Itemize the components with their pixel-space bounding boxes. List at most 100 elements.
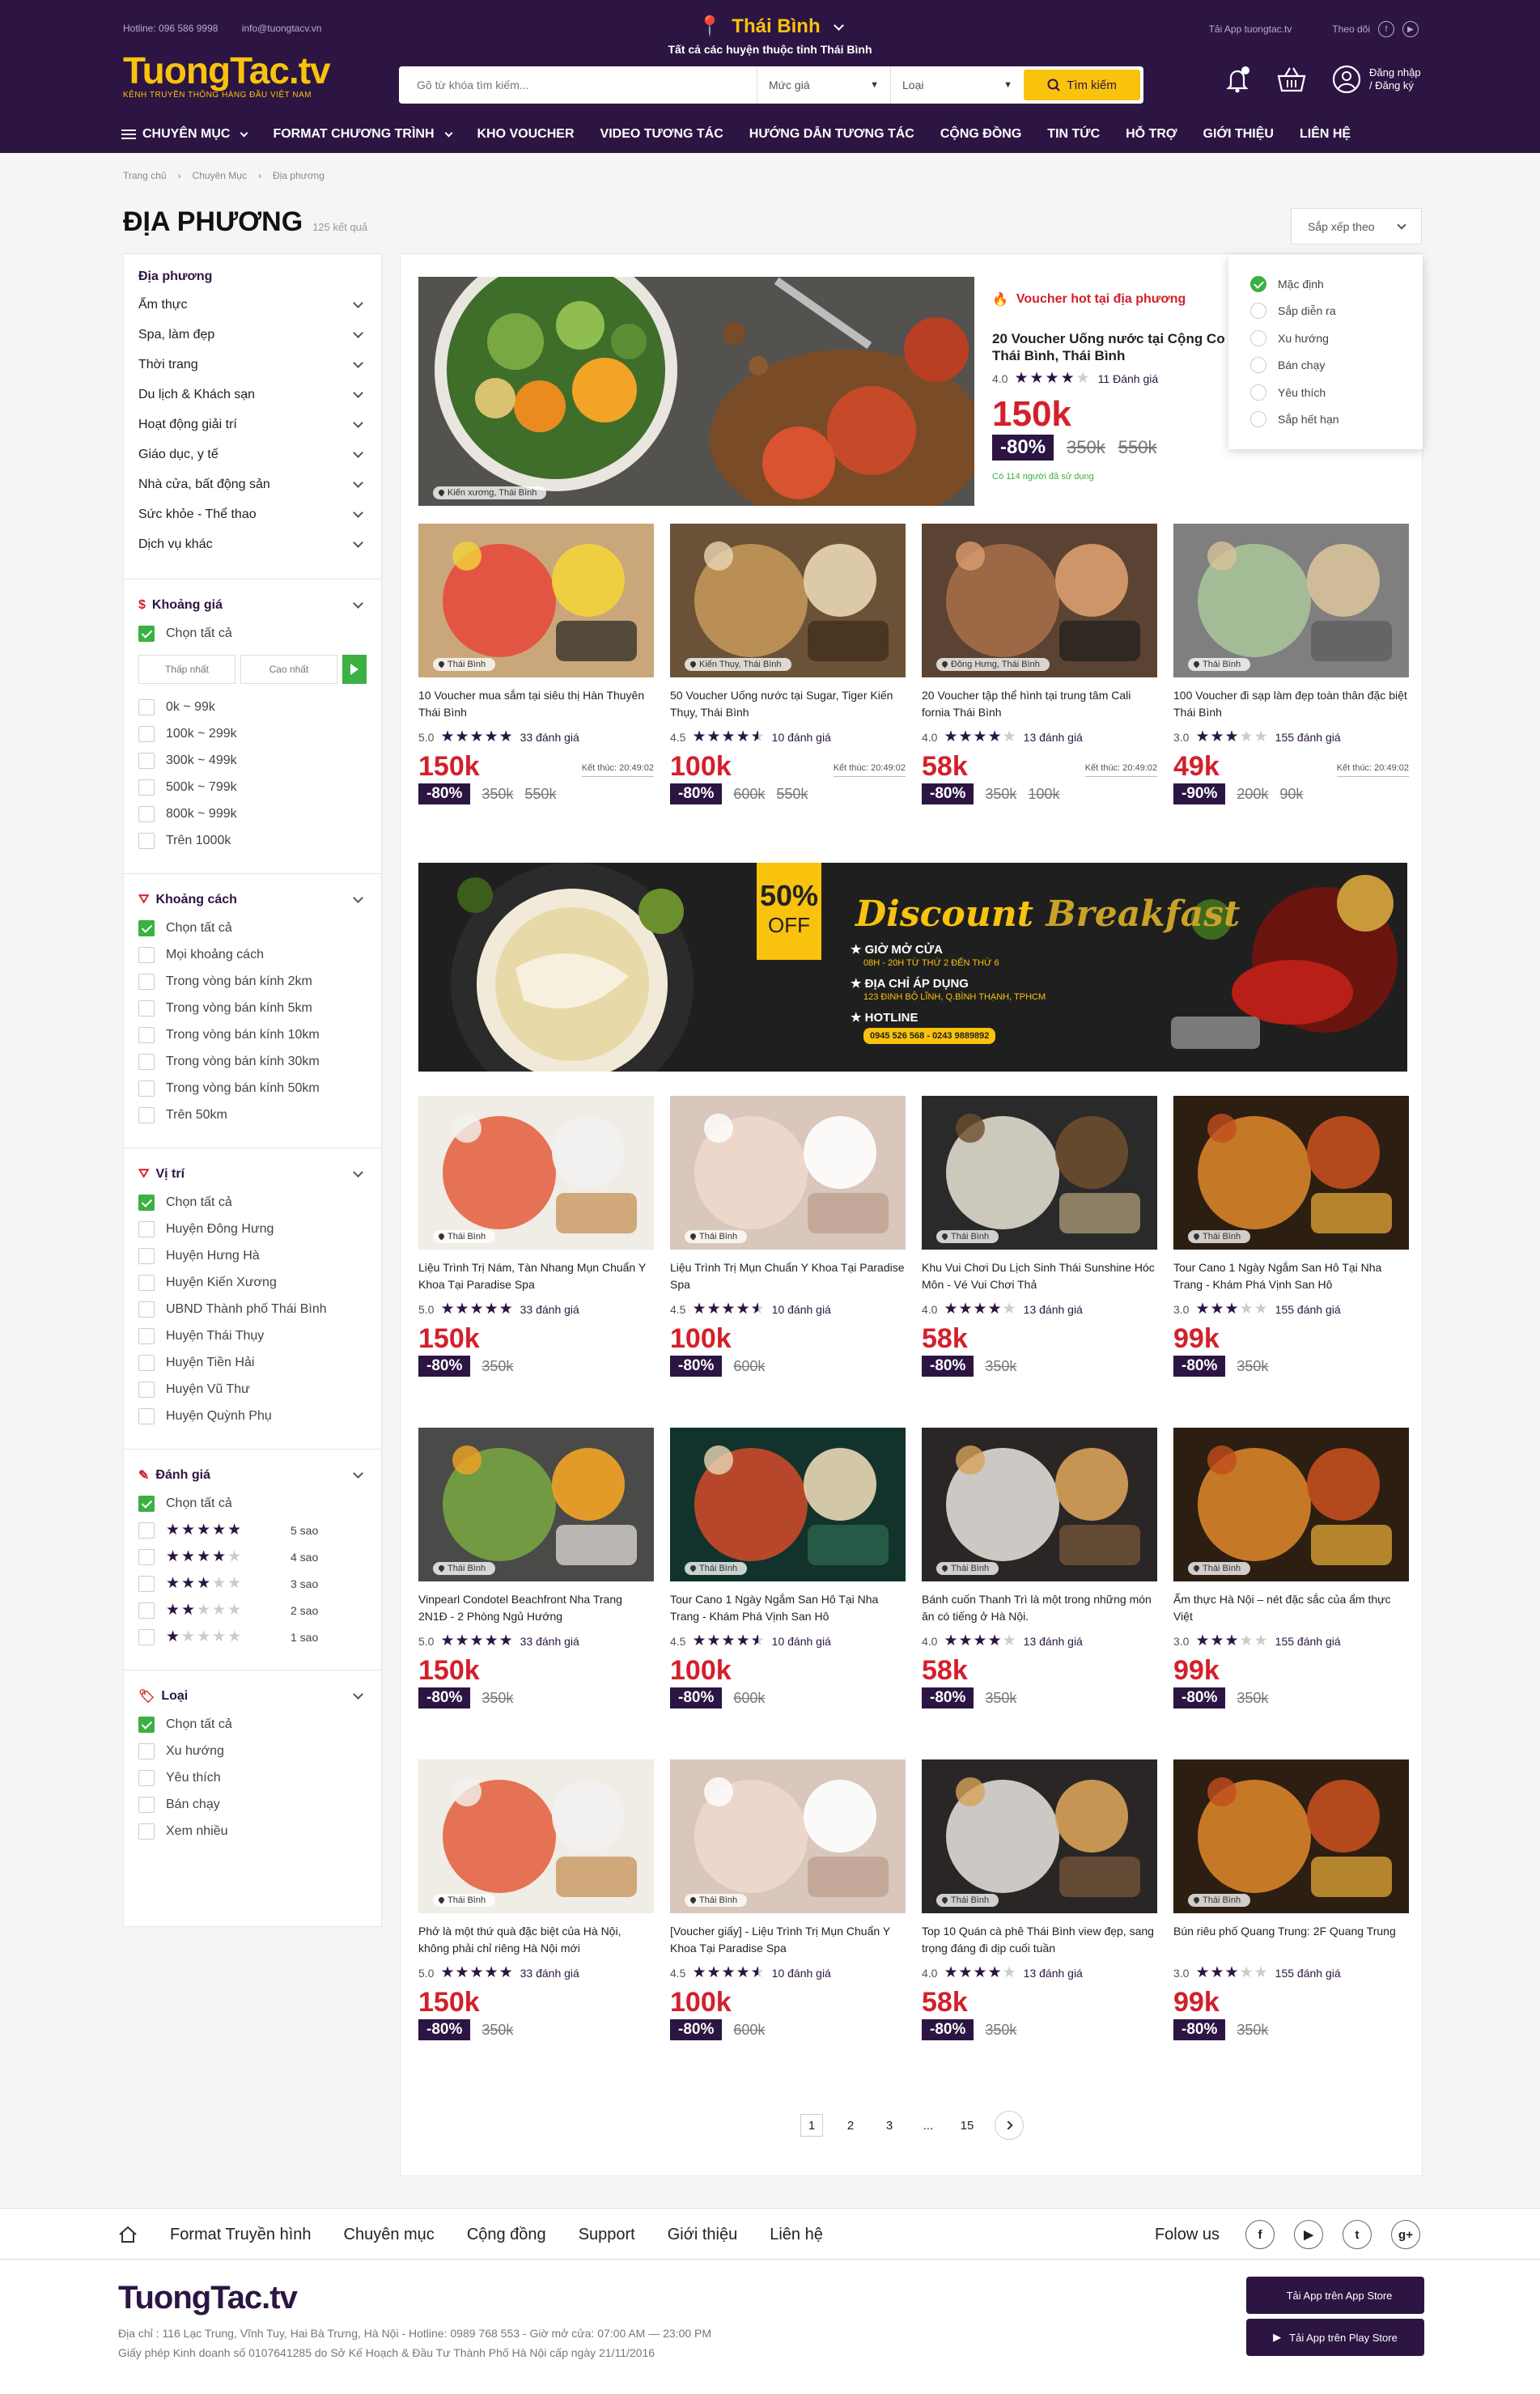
category-item[interactable]: Spa, làm đẹp — [138, 320, 367, 350]
filter-checkbox[interactable]: Trên 50km — [138, 1101, 367, 1128]
next-page-button[interactable] — [995, 2111, 1024, 2140]
voucher-title[interactable]: Vinpearl Condotel Beachfront Nha Trang 2… — [418, 1591, 654, 1625]
price-apply-button[interactable] — [342, 655, 367, 684]
notification-bell-icon[interactable] — [1224, 65, 1251, 94]
voucher-image-frame[interactable]: Thái Bình — [1173, 1096, 1409, 1250]
footer-logo[interactable]: TuongTac.tv — [118, 2280, 298, 2316]
category-item[interactable]: Nhà cửa, bất động sản — [138, 469, 367, 499]
nav-item-cong-dong[interactable]: CỘNG ĐỒNG — [940, 123, 1021, 146]
review-count[interactable]: 33 đánh giá — [520, 1303, 579, 1316]
voucher-card[interactable]: Thái Bình Ẩm thực Hà Nội – nét đặc sắc củ… — [1173, 1428, 1409, 1708]
basket-icon[interactable] — [1275, 65, 1308, 94]
review-count[interactable]: 10 đánh giá — [772, 1303, 831, 1316]
site-logo[interactable]: TuongTac.tv KÊNH TRUYỀN THÔNG HÀNG ĐẦU V… — [123, 49, 331, 100]
sort-option[interactable]: Yêu thích — [1228, 379, 1423, 406]
voucher-title[interactable]: Top 10 Quán cà phê Thái Bình view đẹp, s… — [922, 1923, 1157, 1957]
rating-checkbox[interactable]: ★★★★★ 5 sao — [138, 1517, 367, 1543]
sort-option[interactable]: Sắp diễn ra — [1228, 298, 1423, 325]
filter-checkbox[interactable]: Trong vòng bán kính 5km — [138, 995, 367, 1021]
rating-checkbox[interactable]: ★★★★★ 2 sao — [138, 1597, 367, 1624]
voucher-card[interactable]: Thái Bình Khu Vui Chơi Du Lịch Sinh Thái … — [922, 1096, 1157, 1377]
filter-checkbox[interactable]: Mọi khoảng cách — [138, 941, 367, 968]
page-number[interactable]: 1 — [800, 2114, 823, 2137]
category-item[interactable]: Ẩm thực — [138, 290, 367, 320]
rating-checkbox[interactable]: ★★★★★ 4 sao — [138, 1543, 367, 1570]
voucher-image-frame[interactable]: Thái Bình — [418, 1428, 654, 1581]
location-filter-header[interactable]: ⛛ Vị trí — [138, 1160, 367, 1189]
voucher-card[interactable]: Kiến Thụy, Thái Bình 50 Voucher Uống nước… — [670, 524, 906, 804]
voucher-image-frame[interactable]: Thái Bình — [418, 1096, 654, 1250]
voucher-card[interactable]: Thái Bình Tour Cano 1 Ngày Ngắm San Hô Tạ… — [670, 1428, 906, 1708]
voucher-card[interactable]: Đông Hưng, Thái Bình 20 Voucher tập thể h… — [922, 524, 1157, 804]
page-number[interactable]: 3 — [878, 2114, 901, 2137]
filter-checkbox[interactable]: 0k ~ 99k — [138, 694, 367, 720]
review-count[interactable]: 10 đánh giá — [772, 1635, 831, 1648]
review-count[interactable]: 33 đánh giá — [520, 1635, 579, 1648]
review-count[interactable]: 33 đánh giá — [520, 1967, 579, 1980]
nav-item-kho-voucher[interactable]: KHO VOUCHER — [477, 123, 575, 146]
filter-checkbox[interactable]: Trong vòng bán kính 30km — [138, 1048, 367, 1075]
sort-option[interactable]: Bán chạy — [1228, 352, 1423, 380]
filter-checkbox[interactable]: Bán chạy — [138, 1791, 367, 1818]
footer-link[interactable]: Format Truyền hình — [170, 2226, 312, 2244]
voucher-image-frame[interactable]: Thái Bình — [1173, 1759, 1409, 1913]
review-count[interactable]: 33 đánh giá — [520, 731, 579, 744]
category-title[interactable]: Địa phương — [138, 270, 212, 284]
voucher-title[interactable]: Liệu Trình Trị Mụn Chuẩn Y Khoa Tại Para… — [670, 1259, 906, 1293]
footer-link[interactable]: Chuyên mục — [344, 2226, 435, 2244]
breadcrumb-item[interactable]: Trang chủ — [123, 170, 167, 181]
filter-checkbox[interactable]: 800k ~ 999k — [138, 800, 367, 827]
filter-checkbox[interactable]: Huyện Kiến Xương — [138, 1269, 367, 1296]
category-item[interactable]: Du lịch & Khách sạn — [138, 380, 367, 410]
filter-checkbox[interactable]: Xem nhiều — [138, 1818, 367, 1844]
filter-checkbox[interactable]: Trong vòng bán kính 10km — [138, 1021, 367, 1048]
type-filter-header[interactable]: 🏷 Loại — [138, 1682, 367, 1711]
voucher-card[interactable]: Thái Bình 10 Voucher mua sắm tại siêu thị… — [418, 524, 654, 804]
breadcrumb-item[interactable]: Chuyên Mục — [193, 170, 247, 181]
voucher-title[interactable]: Bún riêu phố Quang Trung: 2F Quang Trung — [1173, 1923, 1409, 1957]
voucher-title[interactable]: Khu Vui Chơi Du Lịch Sinh Thái Sunshine … — [922, 1259, 1157, 1293]
twitter-icon[interactable]: t — [1343, 2220, 1372, 2249]
google-plus-icon[interactable]: g+ — [1391, 2220, 1420, 2249]
price-select[interactable]: Mức giá ▼ — [757, 66, 890, 104]
voucher-card[interactable]: Thái Bình Top 10 Quán cà phê Thái Bình vi… — [922, 1759, 1157, 2040]
distance-all-checkbox[interactable]: Chọn tất cả — [138, 915, 367, 941]
city-name[interactable]: Thái Bình — [732, 15, 820, 37]
rating-checkbox[interactable]: ★★★★★ 3 sao — [138, 1570, 367, 1597]
voucher-card[interactable]: Thái Bình Tour Cano 1 Ngày Ngắm San Hô Tạ… — [1173, 1096, 1409, 1377]
price-max-input[interactable] — [240, 655, 337, 684]
page-number[interactable]: 15 — [956, 2114, 978, 2137]
voucher-title[interactable]: [Voucher giấy] - Liệu Trình Trị Mụn Chuẩ… — [670, 1923, 906, 1957]
voucher-image-frame[interactable]: Thái Bình — [670, 1096, 906, 1250]
voucher-card[interactable]: Thái Bình Bún riêu phố Quang Trung: 2F Qu… — [1173, 1759, 1409, 2040]
type-select[interactable]: Loại ▼ — [890, 66, 1024, 104]
appstore-button[interactable]: Tải App trên App Store — [1246, 2277, 1424, 2314]
distance-filter-header[interactable]: ⛛ Khoảng cách — [138, 885, 367, 915]
voucher-title[interactable]: 100 Voucher đi sạp làm đẹp toàn thân đặc… — [1173, 687, 1409, 721]
filter-checkbox[interactable]: UBND Thành phố Thái Bình — [138, 1296, 367, 1322]
nav-item-ho-tro[interactable]: HỖ TRỢ — [1126, 123, 1177, 146]
category-item[interactable]: Dịch vụ khác — [138, 529, 367, 559]
voucher-image-frame[interactable]: Thái Bình — [670, 1428, 906, 1581]
login-register[interactable]: Đăng nhập / Đăng ký — [1332, 65, 1421, 94]
review-count[interactable]: 155 đánh giá — [1275, 731, 1341, 744]
review-count[interactable]: 13 đánh giá — [1024, 1303, 1083, 1316]
filter-checkbox[interactable]: Huyện Quỳnh Phụ — [138, 1403, 367, 1429]
review-count[interactable]: 10 đánh giá — [772, 731, 831, 744]
location-all-checkbox[interactable]: Chọn tất cả — [138, 1189, 367, 1216]
footer-link[interactable]: Liên hệ — [770, 2226, 823, 2244]
review-count[interactable]: 155 đánh giá — [1275, 1967, 1341, 1980]
sort-dropdown[interactable]: Sắp xếp theo — [1291, 208, 1422, 244]
voucher-title[interactable]: Phở là một thứ quà đặc biệt của Hà Nội, … — [418, 1923, 654, 1957]
voucher-image-frame[interactable]: Thái Bình — [922, 1096, 1157, 1250]
playstore-button[interactable]: ▶ Tải App trên Play Store — [1246, 2319, 1424, 2356]
nav-item-gioi-thieu[interactable]: GIỚI THIỆU — [1203, 123, 1274, 146]
review-count[interactable]: 13 đánh giá — [1024, 1967, 1083, 1980]
voucher-title[interactable]: Bánh cuốn Thanh Trì là một trong những m… — [922, 1591, 1157, 1625]
voucher-title[interactable]: Liệu Trình Trị Nám, Tàn Nhang Mụn Chuẩn … — [418, 1259, 654, 1293]
sort-option[interactable]: Xu hướng — [1228, 325, 1423, 352]
review-count[interactable]: 13 đánh giá — [1024, 1635, 1083, 1648]
search-input[interactable] — [399, 66, 757, 104]
footer-link[interactable]: Giới thiệu — [668, 2226, 737, 2244]
app-link[interactable]: Tải App tuongtac.tv — [1209, 23, 1292, 35]
